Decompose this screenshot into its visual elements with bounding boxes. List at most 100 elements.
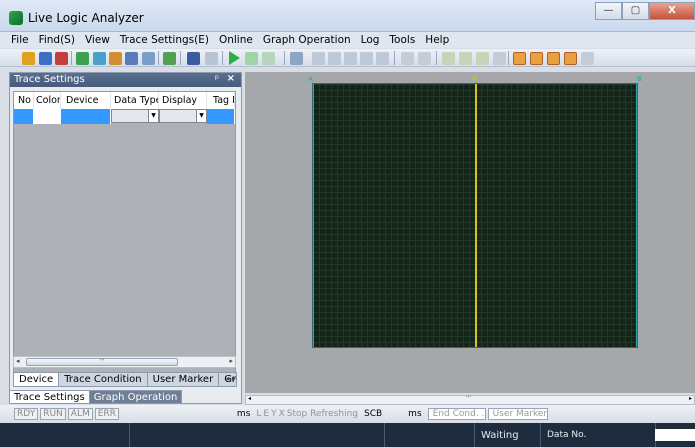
split-icon[interactable] xyxy=(418,52,431,65)
add-device-icon[interactable] xyxy=(76,52,89,65)
cell-device[interactable] xyxy=(61,109,111,124)
panel-close-icon[interactable]: × xyxy=(227,73,235,84)
stop-icon[interactable] xyxy=(262,52,275,65)
panel-tabs: Trace Settings Graph Operation xyxy=(9,390,183,404)
toolbar-separator xyxy=(436,51,437,65)
pin-icon[interactable]: ᵖ xyxy=(215,74,219,85)
monitor-icon[interactable] xyxy=(125,52,138,65)
filter-icon[interactable] xyxy=(493,52,506,65)
column-display[interactable]: Display xyxy=(159,92,207,109)
column-color[interactable]: Color xyxy=(34,92,61,109)
maximize-button[interactable]: ▢ xyxy=(622,2,649,20)
menu-online[interactable]: Online xyxy=(214,32,258,48)
search-icon[interactable] xyxy=(442,52,455,65)
toolbar-separator xyxy=(180,51,181,65)
settings-icon[interactable] xyxy=(163,52,176,65)
scroll-left-arrow-icon[interactable]: ◂ xyxy=(248,395,251,402)
panel-horizontal-scrollbar[interactable]: ◂ ''' ▸ xyxy=(13,356,236,368)
marker-user-icon[interactable] xyxy=(564,52,577,65)
tab-trace-condition[interactable]: Trace Condition xyxy=(58,372,148,387)
cursor-icon[interactable] xyxy=(401,52,414,65)
menu-tools[interactable]: Tools xyxy=(384,32,420,48)
find-next-icon[interactable] xyxy=(459,52,472,65)
new-icon[interactable] xyxy=(22,52,35,65)
scroll-left-icon[interactable] xyxy=(360,52,373,65)
tab-user-marker[interactable]: User Marker xyxy=(146,372,220,387)
trace-grid[interactable]: No Color Device Data Type Display Tag N … xyxy=(13,91,236,378)
menu-log[interactable]: Log xyxy=(356,32,385,48)
minimize-button[interactable]: — xyxy=(595,2,622,20)
window-title: Live Logic Analyzer xyxy=(28,11,144,25)
scroll-right-arrow-icon[interactable]: ▸ xyxy=(229,357,233,365)
marker-a-icon[interactable] xyxy=(513,52,526,65)
column-device[interactable]: Device xyxy=(61,92,111,109)
marker-a-line[interactable] xyxy=(313,84,314,347)
cell-color[interactable] xyxy=(34,109,61,124)
scrollbar-grip[interactable]: ''' xyxy=(466,395,471,402)
bottom-bar: Waiting Data No. xyxy=(0,423,695,447)
tab-trace-settings[interactable]: Trace Settings xyxy=(9,390,90,404)
scroll-right-arrow-icon[interactable]: ▸ xyxy=(689,395,692,402)
bottom-section-2 xyxy=(130,423,385,447)
toolbar-separator xyxy=(394,51,395,65)
scrollbar-thumb[interactable]: ''' xyxy=(26,358,178,366)
window-icon[interactable] xyxy=(142,52,155,65)
refresh-icon[interactable] xyxy=(93,52,106,65)
zoom-out-icon[interactable] xyxy=(328,52,341,65)
ms-unit-2: ms xyxy=(408,409,422,419)
marker-m-icon[interactable] xyxy=(547,52,560,65)
play-icon[interactable] xyxy=(229,51,240,65)
graph-horizontal-scrollbar[interactable]: ◂ ''' ▸ xyxy=(245,395,695,405)
close-button[interactable]: X xyxy=(649,2,695,20)
menu-view[interactable]: View xyxy=(80,32,115,48)
zoom-in-icon[interactable] xyxy=(312,52,325,65)
graph-area[interactable]: A M B xyxy=(245,72,695,393)
data-type-dropdown[interactable]: ▼ xyxy=(111,109,159,123)
pause-icon[interactable] xyxy=(245,52,258,65)
disconnect-icon[interactable] xyxy=(205,52,218,65)
tab-graph-operation[interactable]: Graph Operation xyxy=(88,390,183,404)
column-data-type[interactable]: Data Type xyxy=(111,92,159,109)
column-tag-name[interactable]: Tag N xyxy=(207,92,235,109)
scroll-right-icon[interactable] xyxy=(376,52,389,65)
open-icon[interactable] xyxy=(39,52,52,65)
marker-text-icon[interactable] xyxy=(581,52,594,65)
display-dropdown[interactable]: ▼ xyxy=(159,109,207,123)
end-cond-field[interactable]: End Cond. ... xyxy=(427,408,490,420)
menu-bar: File Find(S) View Trace Settings(E) Onli… xyxy=(0,32,695,48)
waiting-status: Waiting xyxy=(475,423,541,447)
menu-file[interactable]: File xyxy=(6,32,34,48)
y-indicator: Y xyxy=(271,409,277,419)
menu-find[interactable]: Find(S) xyxy=(34,32,80,48)
panel-header: Trace Settings ᵖ × xyxy=(10,73,241,87)
column-no[interactable]: No xyxy=(14,92,34,109)
scroll-left-arrow-icon[interactable]: ◂ xyxy=(16,357,20,365)
fit-icon[interactable] xyxy=(344,52,357,65)
marker-a-label: A xyxy=(308,75,313,83)
trace-icon[interactable] xyxy=(109,52,122,65)
app-icon xyxy=(9,11,23,25)
find-prev-icon[interactable] xyxy=(476,52,489,65)
data-no-field[interactable] xyxy=(655,429,695,441)
bottom-section-1 xyxy=(0,423,130,447)
trace-plot[interactable] xyxy=(312,83,638,348)
menu-trace-settings[interactable]: Trace Settings(E) xyxy=(115,32,214,48)
grid-header: No Color Device Data Type Display Tag N xyxy=(14,92,235,109)
tab-scroll-icon[interactable]: ◂ ▸ xyxy=(225,374,236,383)
marker-b-icon[interactable] xyxy=(530,52,543,65)
toolbar-separator xyxy=(158,51,159,65)
ms-unit: ms xyxy=(236,409,251,419)
marker-b-label: B xyxy=(637,75,642,83)
save-icon[interactable] xyxy=(55,52,68,65)
menu-help[interactable]: Help xyxy=(420,32,454,48)
cell-no[interactable] xyxy=(14,109,34,124)
graph-mode-icon[interactable] xyxy=(290,52,303,65)
marker-m-line[interactable] xyxy=(475,84,477,347)
tab-device[interactable]: Device xyxy=(13,372,60,387)
cell-tag-name[interactable] xyxy=(207,109,235,124)
table-row[interactable]: ▼ ▼ xyxy=(14,109,235,124)
menu-graph-operation[interactable]: Graph Operation xyxy=(258,32,356,48)
user-marker-field[interactable]: User Marker xyxy=(487,408,548,420)
connect-icon[interactable] xyxy=(187,52,200,65)
marker-b-line[interactable] xyxy=(636,84,637,347)
